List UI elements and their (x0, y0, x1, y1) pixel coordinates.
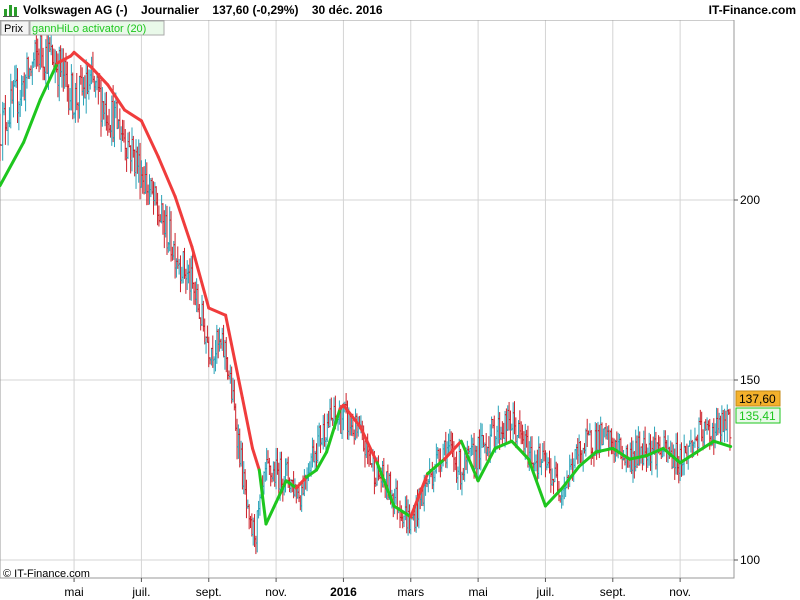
hilo-segment (139, 119, 160, 159)
instrument-name: Volkswagen AG (-) (23, 3, 128, 17)
x-tick-label: sept. (196, 585, 222, 599)
chart-title-bar: Volkswagen AG (-) Journalier 137,60 (-0,… (0, 0, 800, 20)
x-tick-label: sept. (600, 585, 626, 599)
x-tick-label: nov. (265, 585, 287, 599)
x-tick-label: juil. (131, 585, 150, 599)
x-axis: mai juil. sept. nov. 2016 mars mai juil. sept. no… (64, 578, 691, 599)
legend-price-tag: Prix (4, 23, 23, 35)
instrument-info: Volkswagen AG (-) Journalier 137,60 (-0,… (23, 3, 383, 17)
y-tick-label: 150 (740, 373, 760, 387)
y-tick-label: 100 (740, 553, 760, 567)
last-change: 137,60 (-0,29%) (212, 3, 299, 17)
hilo-segment (251, 446, 261, 472)
y-tick-label: 200 (740, 193, 760, 207)
ohlc-bars (0, 26, 732, 555)
last-price-label: 137,60 (735, 390, 781, 407)
hilo-segment (240, 396, 255, 450)
hilo-segment (72, 50, 93, 69)
hilo-segment (156, 155, 177, 198)
period-label: Journalier (141, 3, 200, 17)
hilo-segment (264, 500, 278, 526)
grid-lines (0, 20, 734, 578)
x-tick-label: juil. (535, 585, 554, 599)
chart-icon (3, 5, 19, 17)
hilo-segment (695, 439, 716, 454)
hilo-segment (510, 439, 531, 461)
y-axis: 100 150 200 (734, 193, 760, 567)
hilo-segment (594, 446, 615, 454)
hilo-segment (207, 306, 228, 317)
hilo-segment (173, 194, 194, 249)
price-chart[interactable]: 100 150 200 mai juil. sept. nov. 2016 mars mai ju… (0, 20, 800, 600)
x-tick-label: mars (397, 585, 424, 599)
legend-indicator-tag: gannHiLo activator (20) (32, 23, 146, 35)
hilo-segment (190, 245, 211, 310)
copyright-text: © IT-Finance.com (3, 568, 90, 580)
last-price-value: 137,60 (739, 392, 776, 406)
hilo-segment (22, 97, 42, 144)
hilo-segment (375, 461, 396, 508)
x-tick-label: mai (468, 585, 487, 599)
x-tick-label: mai (64, 585, 83, 599)
x-tick-label: nov. (669, 585, 691, 599)
hilo-segment (0, 140, 26, 188)
last-indicator-value: 135,41 (739, 409, 776, 423)
quote-date: 30 déc. 2016 (311, 3, 383, 17)
plot-frame (0, 20, 735, 579)
last-indicator-label: 135,41 (735, 407, 781, 424)
x-tick-label: 2016 (330, 585, 357, 599)
legend-box: Prix gannHiLo activator (20) (0, 20, 165, 36)
hilo-segment (123, 108, 143, 123)
brand-name: IT-Finance.com (708, 3, 796, 17)
hilo-segment (493, 439, 514, 450)
